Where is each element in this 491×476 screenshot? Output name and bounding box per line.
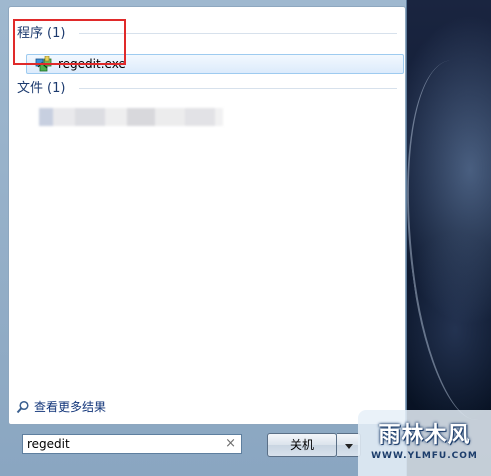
watermark-url: WWW.YLMFU.COM bbox=[371, 451, 478, 461]
clear-search-icon[interactable]: × bbox=[225, 435, 236, 453]
watermark-title: 雨林木风 bbox=[378, 422, 471, 448]
search-field[interactable]: × bbox=[22, 434, 242, 454]
result-item-blurred-file[interactable] bbox=[23, 108, 223, 126]
search-input[interactable] bbox=[27, 436, 217, 452]
highlight-annotation-box bbox=[13, 19, 126, 65]
magnifier-icon bbox=[16, 400, 29, 413]
search-results-pane: 程序 (1) regedit.exe 文件 (1) bbox=[8, 6, 406, 425]
shutdown-button[interactable]: 关机 bbox=[267, 433, 337, 457]
group-header-files: 文件 (1) bbox=[17, 77, 65, 96]
group-title: 文件 bbox=[17, 81, 44, 96]
group-divider bbox=[79, 33, 397, 34]
group-count: (1) bbox=[47, 81, 66, 96]
group-divider bbox=[79, 88, 397, 89]
shutdown-label: 关机 bbox=[289, 438, 314, 452]
watermark-logo: 雨林木风 WWW.YLMFU.COM bbox=[358, 410, 491, 476]
see-more-results-link[interactable]: 查看更多结果 bbox=[16, 398, 106, 415]
start-menu: 程序 (1) regedit.exe 文件 (1) 查看更多结果 regedit… bbox=[0, 0, 407, 476]
see-more-label: 查看更多结果 bbox=[34, 400, 107, 414]
